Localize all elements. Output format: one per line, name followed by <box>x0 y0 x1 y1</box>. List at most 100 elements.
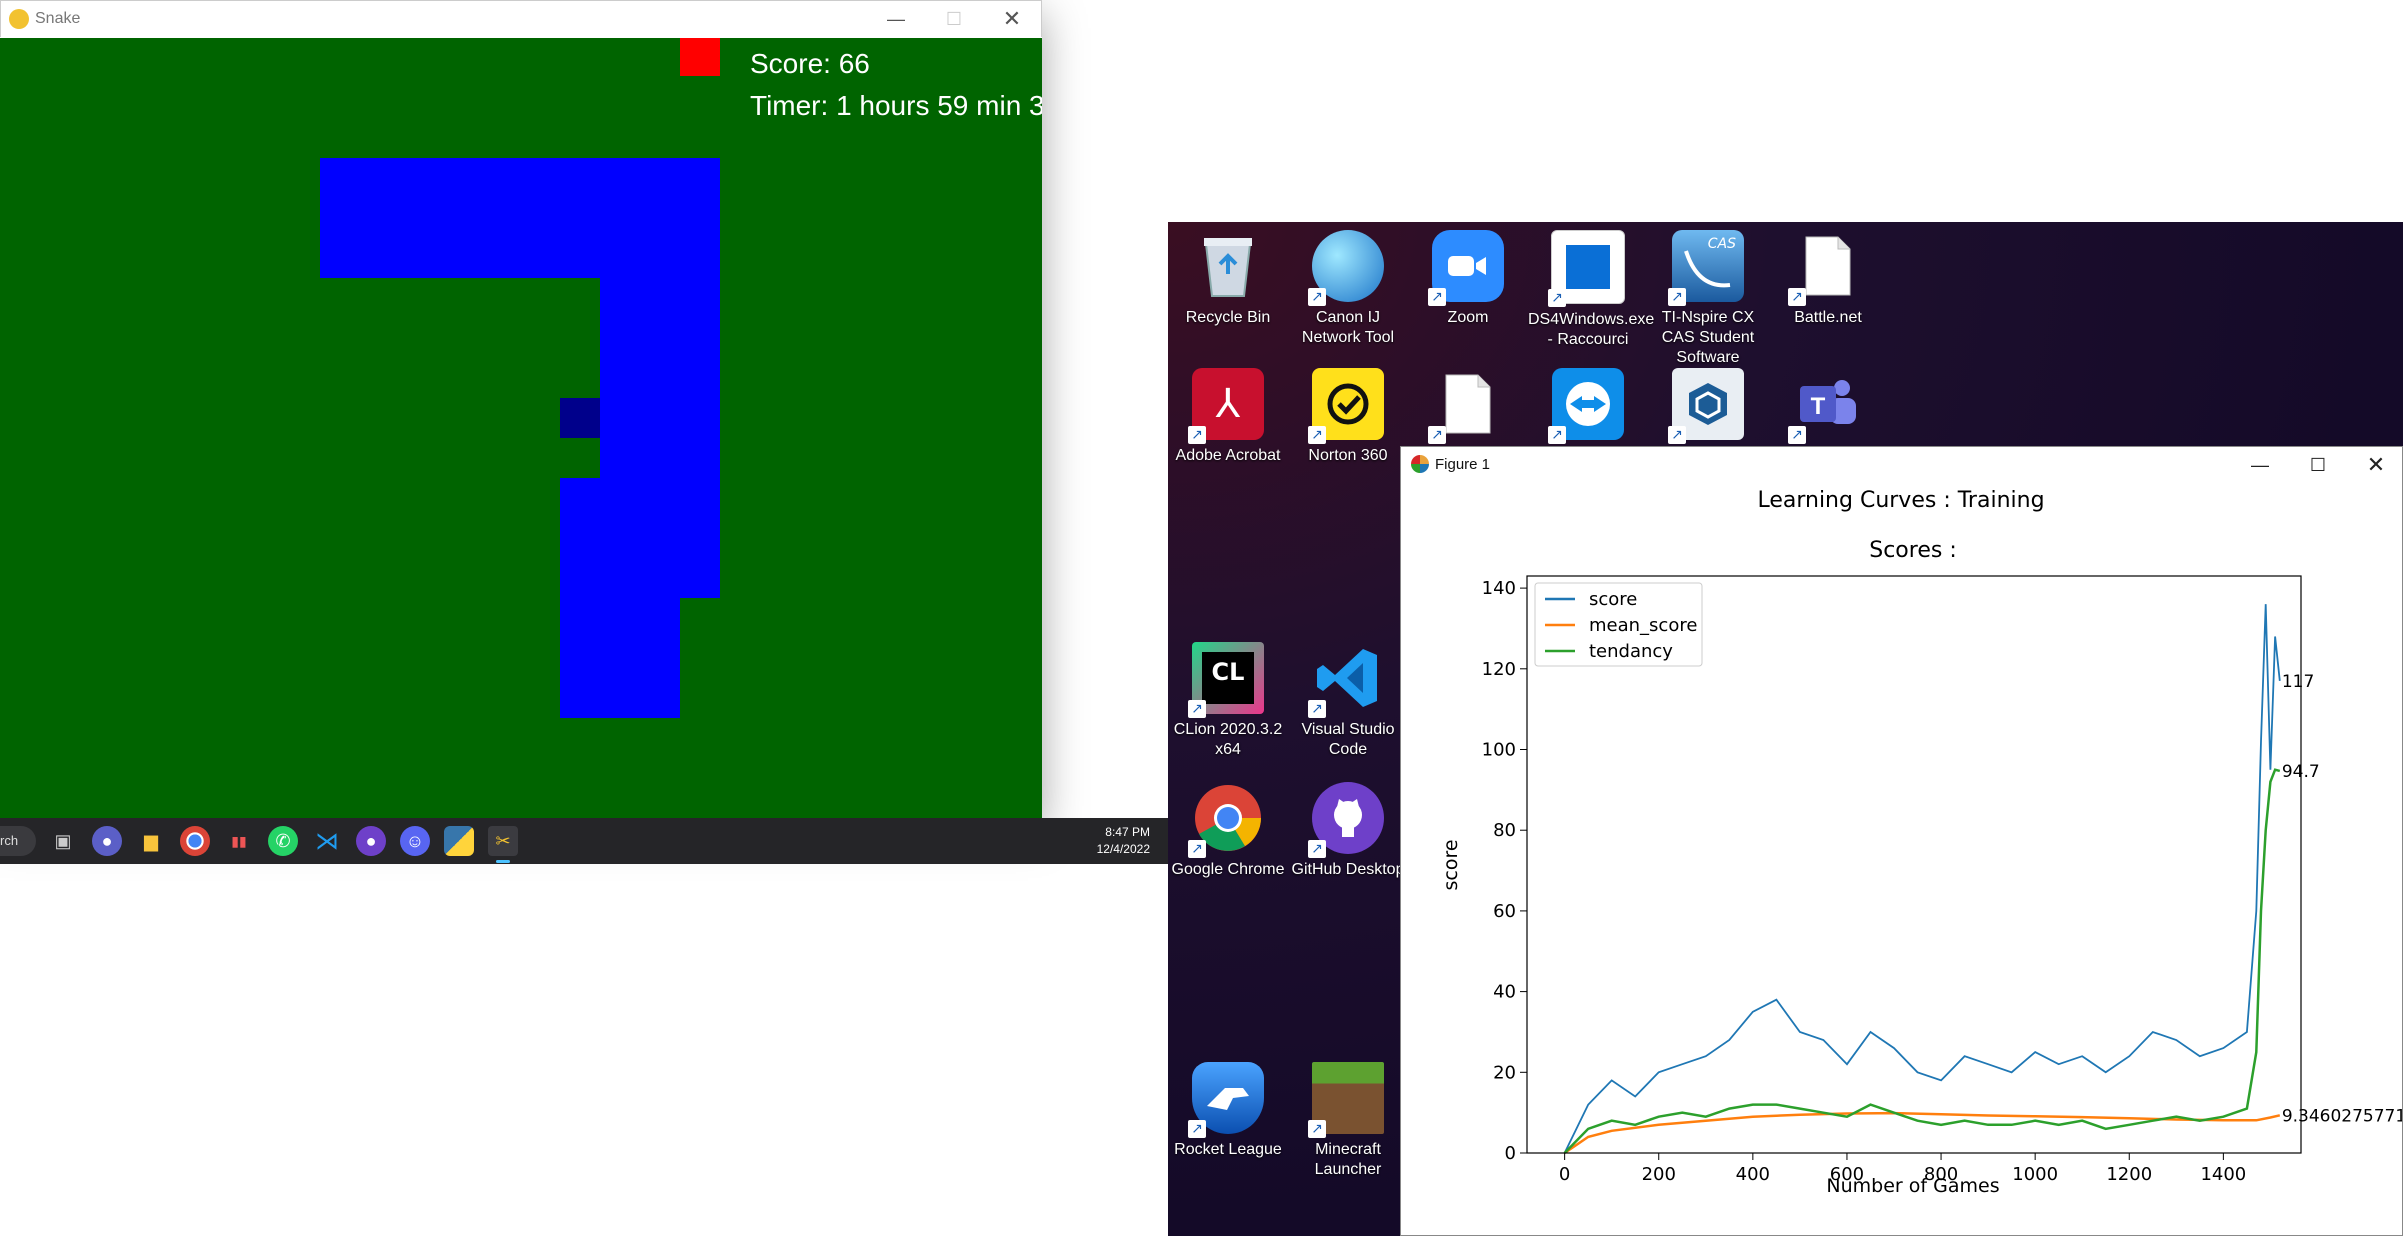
desktop-icon-norton-360[interactable]: ↗ Norton 360 <box>1288 368 1408 466</box>
x-tick-label: 0 <box>1559 1164 1570 1185</box>
search-text: rch <box>0 833 19 848</box>
y-tick-label: 60 <box>1493 901 1516 922</box>
snake-body-segment <box>600 278 720 478</box>
figure-titlebar[interactable]: Figure 1 — ☐ ✕ <box>1401 447 2402 483</box>
snake-body-segment <box>320 158 720 278</box>
desktop-icon-ti-nspire[interactable]: CAS ↗ TI-Nspire CX CAS Student Software <box>1648 230 1768 368</box>
x-axis-label: Number of Games <box>1826 1175 1999 1197</box>
x-tick-label: 1200 <box>2106 1164 2152 1185</box>
clion-icon: CL ↗ <box>1188 642 1264 718</box>
python-icon[interactable] <box>444 826 474 856</box>
desktop-icon-ds4windows[interactable]: ↗ DS4Windows.exe - Raccourci <box>1528 230 1655 350</box>
desktop-icon-sketchup[interactable]: ↗ <box>1648 368 1768 446</box>
food <box>680 38 720 76</box>
pygame-icon <box>9 9 29 29</box>
minimize-button[interactable]: — <box>867 1 925 37</box>
series-line-score <box>1563 604 2281 1154</box>
github-icon: ↗ <box>1308 782 1384 858</box>
series-line-tendancy <box>1563 768 2281 1154</box>
meet-icon[interactable]: ● <box>92 826 122 856</box>
matplotlib-icon <box>1411 455 1429 473</box>
chrome-icon: ↗ <box>1188 782 1264 858</box>
vscode-taskbar-icon[interactable]: ⋊ <box>312 826 342 856</box>
desktop-icon-vscode[interactable]: ↗ Visual Studio Code <box>1288 642 1408 760</box>
desktop-icon-label: DS4Windows.exe - Raccourci <box>1528 311 1655 348</box>
learning-curve-chart: Learning Curves : Training Scores : 0 200… <box>1440 488 2402 1197</box>
ds4windows-icon: ↗ <box>1548 230 1625 307</box>
desktop-icon-canon-ij[interactable]: ↗ Canon IJ Network Tool <box>1288 230 1408 348</box>
desktop-icon-label: Recycle Bin <box>1185 309 1271 326</box>
file-explorer-icon[interactable]: ▆ <box>136 826 166 856</box>
shortcut-arrow-icon: ↗ <box>1428 288 1446 306</box>
desktop-icon-label: CLion 2020.3.2 x64 <box>1173 721 1283 758</box>
rocket-league-icon: ↗ <box>1188 1062 1264 1138</box>
active-app-indicator <box>496 860 510 863</box>
shortcut-arrow-icon: ↗ <box>1308 700 1326 718</box>
clock-time[interactable]: 8:47 PM <box>1100 825 1150 839</box>
close-button[interactable]: ✕ <box>983 1 1041 37</box>
shortcut-arrow-icon: ↗ <box>1188 426 1206 444</box>
pygame-taskbar-icon[interactable]: ✂ <box>488 826 518 856</box>
shortcut-arrow-icon: ↗ <box>1788 288 1806 306</box>
desktop-icon-label: Battle.net <box>1794 309 1862 326</box>
snake-canvas[interactable]: Score: 66 Timer: 1 hours 59 min 39 s <box>0 38 1042 818</box>
recycle-bin-icon <box>1192 230 1264 302</box>
desktop-icon-label: Minecraft Launcher <box>1314 1141 1382 1178</box>
x-tick-label: 1000 <box>2012 1164 2058 1185</box>
desktop-icon-label: Norton 360 <box>1308 447 1388 464</box>
desktop-icon-file[interactable]: ↗ <box>1408 368 1528 446</box>
maximize-button[interactable]: ☐ <box>925 1 983 37</box>
zoom-icon: ↗ <box>1428 230 1504 306</box>
file-icon: ↗ <box>1788 230 1864 306</box>
desktop-icon-recycle-bin[interactable]: Recycle Bin <box>1168 230 1288 328</box>
shortcut-arrow-icon: ↗ <box>1188 1120 1206 1138</box>
snake-titlebar[interactable]: Snake — ☐ ✕ <box>0 0 1042 37</box>
chart-title: Scores : <box>1869 538 1956 563</box>
desktop-icon-adobe-acrobat[interactable]: ⅄ ↗ Adobe Acrobat <box>1168 368 1288 466</box>
desktop-icon-battle-net[interactable]: ↗ Battle.net <box>1768 230 1888 328</box>
github-desktop-taskbar-icon[interactable]: ● <box>356 826 386 856</box>
teamviewer-icon: ↗ <box>1548 368 1624 444</box>
desktop-icon-teamviewer[interactable]: ↗ <box>1528 368 1648 446</box>
timer-text: Timer: 1 hours 59 min 39 s <box>750 90 1042 121</box>
close-button[interactable]: ✕ <box>2347 447 2403 483</box>
search-box[interactable]: rch <box>0 826 36 856</box>
desktop-icon-label: TI-Nspire CX CAS Student Software <box>1661 309 1755 366</box>
y-tick-label: 100 <box>1482 740 1516 761</box>
desktop-icon-github-desktop[interactable]: ↗ GitHub Desktop <box>1288 782 1408 880</box>
desktop-icon-rocket-league[interactable]: ↗ Rocket League <box>1168 1062 1288 1160</box>
snake-window: Snake — ☐ ✕ Score: 66 Timer: 1 hours 59 … <box>0 0 1042 818</box>
stocks-icon[interactable]: ▮▮ <box>224 826 254 856</box>
y-tick-label: 0 <box>1505 1143 1516 1164</box>
desktop-icon-minecraft[interactable]: ↗ Minecraft Launcher <box>1288 1062 1408 1180</box>
desktop-icon-google-chrome[interactable]: ↗ Google Chrome <box>1168 782 1288 880</box>
teams-icon: T ↗ <box>1788 368 1864 444</box>
figure-window: Figure 1 — ☐ ✕ Learning Curves : Trainin… <box>1400 446 2403 1236</box>
y-tick-label: 140 <box>1482 578 1516 599</box>
ti-nspire-icon: CAS ↗ <box>1668 230 1744 306</box>
desktop-icon-clion[interactable]: CL ↗ CLion 2020.3.2 x64 <box>1168 642 1288 760</box>
chrome-taskbar-icon[interactable] <box>180 826 210 856</box>
shortcut-arrow-icon: ↗ <box>1308 426 1326 444</box>
minimize-button[interactable]: — <box>2231 447 2289 483</box>
desktop-icon-label: Google Chrome <box>1171 861 1285 878</box>
acrobat-icon: ⅄ ↗ <box>1188 368 1264 444</box>
desktop-icon-label: Adobe Acrobat <box>1175 447 1281 464</box>
desktop-icon-label: Canon IJ Network Tool <box>1301 309 1395 346</box>
score-text: Score: 66 <box>750 48 870 79</box>
desktop-icon-label: Zoom <box>1447 309 1489 326</box>
clock-date[interactable]: 12/4/2022 <box>1080 842 1150 856</box>
shortcut-arrow-icon: ↗ <box>1668 288 1686 306</box>
taskbar-strip: rch ▣ ● ▆ ▮▮ ✆ ⋊ ● ☺ ✂ 8:47 PM 12/4/2022 <box>0 818 1168 864</box>
maximize-button[interactable]: ☐ <box>2289 447 2347 483</box>
discord-icon[interactable]: ☺ <box>400 826 430 856</box>
task-view-icon[interactable]: ▣ <box>48 826 78 856</box>
desktop-icon-zoom[interactable]: ↗ Zoom <box>1408 230 1528 328</box>
whatsapp-icon[interactable]: ✆ <box>268 826 298 856</box>
cas-text-icon: CAS <box>1707 236 1736 252</box>
window-title: Snake <box>35 10 81 27</box>
desktop-icon-teams[interactable]: T ↗ <box>1768 368 1888 446</box>
legend: score mean_score tendancy <box>1534 582 1703 667</box>
sketchup-icon: ↗ <box>1668 368 1744 444</box>
desktop-icon-label: GitHub Desktop <box>1291 861 1405 878</box>
